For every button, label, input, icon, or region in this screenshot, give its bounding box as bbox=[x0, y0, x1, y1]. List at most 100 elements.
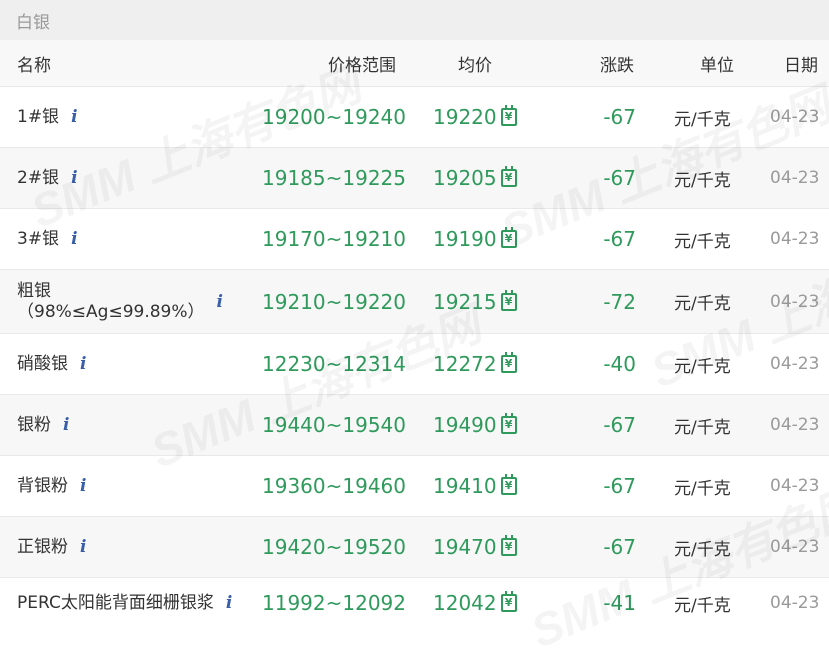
row-avg: 19215 ¥ bbox=[433, 270, 517, 333]
row-name-label: 背银粉 bbox=[17, 475, 68, 496]
info-icon[interactable]: i bbox=[226, 593, 232, 613]
row-name-label: 2#银 bbox=[17, 167, 60, 188]
row-avg-value: 19470 bbox=[433, 535, 497, 559]
column-header-change: 涨跌 bbox=[600, 55, 634, 76]
row-price-range: 19185~19225 bbox=[262, 166, 407, 190]
row-date: 04-23 bbox=[770, 476, 820, 496]
row-date: 04-23 bbox=[770, 593, 820, 613]
row-name: 银粉 i bbox=[17, 395, 249, 455]
row-name: 硝酸银 i bbox=[17, 334, 249, 394]
price-table-body: 1#银 i 19200~19240 19220 ¥ -67 元/千克 04-23 2… bbox=[0, 86, 829, 628]
info-icon[interactable]: i bbox=[71, 107, 77, 127]
row-price-range: 19360~19460 bbox=[262, 474, 407, 498]
table-row: 2#银 i 19185~19225 19205 ¥ -67 元/千克 04-23 bbox=[0, 147, 829, 208]
row-date: 04-23 bbox=[770, 168, 820, 188]
section-title: 白银 bbox=[0, 0, 829, 40]
row-change: -40 bbox=[603, 352, 636, 376]
table-row: 正银粉 i 19420~19520 19470 ¥ -67 元/千克 04-23 bbox=[0, 516, 829, 577]
price-calendar-icon[interactable]: ¥ bbox=[500, 535, 517, 556]
table-row: 背银粉 i 19360~19460 19410 ¥ -67 元/千克 04-23 bbox=[0, 455, 829, 516]
table-row: 3#银 i 19170~19210 19190 ¥ -67 元/千克 04-23 bbox=[0, 208, 829, 269]
price-calendar-icon[interactable]: ¥ bbox=[500, 289, 517, 311]
row-date: 04-23 bbox=[770, 415, 820, 435]
row-name: 2#银 i bbox=[17, 148, 249, 208]
row-price-range: 12230~12314 bbox=[262, 352, 407, 376]
row-unit: 元/千克 bbox=[674, 417, 731, 438]
row-avg: 19470 ¥ bbox=[433, 517, 517, 577]
row-unit: 元/千克 bbox=[674, 539, 731, 560]
row-avg-value: 19205 bbox=[433, 166, 497, 190]
info-icon[interactable]: i bbox=[217, 292, 223, 312]
row-price-range: 19170~19210 bbox=[262, 227, 407, 251]
row-name-label: 硝酸银 bbox=[17, 353, 68, 374]
row-date: 04-23 bbox=[770, 229, 820, 249]
table-row: 银粉 i 19440~19540 19490 ¥ -67 元/千克 04-23 bbox=[0, 394, 829, 455]
row-change: -67 bbox=[603, 413, 636, 437]
row-date: 04-23 bbox=[770, 354, 820, 374]
info-icon[interactable]: i bbox=[71, 229, 77, 249]
row-unit: 元/千克 bbox=[674, 109, 731, 130]
row-price-range: 19420~19520 bbox=[262, 535, 407, 559]
row-unit: 元/千克 bbox=[674, 595, 731, 616]
row-date: 04-23 bbox=[770, 291, 820, 312]
row-avg-value: 19190 bbox=[433, 227, 497, 251]
row-avg: 19410 ¥ bbox=[433, 456, 517, 516]
row-name-label: 1#银 bbox=[17, 106, 60, 127]
column-header-date: 日期 bbox=[784, 55, 818, 76]
row-name-label: 3#银 bbox=[17, 228, 60, 249]
row-unit: 元/千克 bbox=[674, 170, 731, 191]
price-calendar-icon[interactable]: ¥ bbox=[500, 166, 517, 187]
price-calendar-icon[interactable]: ¥ bbox=[500, 227, 517, 248]
row-price-range: 19440~19540 bbox=[262, 413, 407, 437]
row-avg-value: 19410 bbox=[433, 474, 497, 498]
table-row: 硝酸银 i 12230~12314 12272 ¥ -40 元/千克 04-23 bbox=[0, 333, 829, 394]
row-change: -72 bbox=[603, 289, 636, 314]
row-avg: 19490 ¥ bbox=[433, 395, 517, 455]
row-name-label: PERC太阳能背面细栅银浆 bbox=[17, 592, 214, 613]
price-calendar-icon[interactable]: ¥ bbox=[500, 413, 517, 434]
row-name-label: 银粉 bbox=[17, 414, 51, 435]
row-name: PERC太阳能背面细栅银浆 i bbox=[17, 578, 249, 628]
price-calendar-icon[interactable]: ¥ bbox=[500, 591, 517, 612]
row-avg-value: 19490 bbox=[433, 413, 497, 437]
row-change: -67 bbox=[603, 474, 636, 498]
row-change: -67 bbox=[603, 227, 636, 251]
row-avg: 12272 ¥ bbox=[433, 334, 517, 394]
price-calendar-icon[interactable]: ¥ bbox=[500, 105, 517, 126]
row-unit: 元/千克 bbox=[674, 294, 731, 314]
price-calendar-icon[interactable]: ¥ bbox=[500, 352, 517, 373]
row-name: 粗银 （98%≤Ag≤99.89%） i bbox=[17, 270, 249, 333]
row-avg-value: 19215 bbox=[433, 289, 497, 314]
table-row: 粗银 （98%≤Ag≤99.89%） i 19210~19220 19215 ¥ -7… bbox=[0, 269, 829, 333]
column-header-row: 名称 价格范围 均价 涨跌 单位 日期 bbox=[0, 40, 829, 86]
row-avg: 19190 ¥ bbox=[433, 209, 517, 269]
row-avg-value: 12272 bbox=[433, 352, 497, 376]
row-avg-value: 19220 bbox=[433, 105, 497, 129]
row-name: 正银粉 i bbox=[17, 517, 249, 577]
row-name: 3#银 i bbox=[17, 209, 249, 269]
column-header-range: 价格范围 bbox=[328, 55, 396, 76]
row-date: 04-23 bbox=[770, 107, 820, 127]
row-name: 背银粉 i bbox=[17, 456, 249, 516]
table-row: 1#银 i 19200~19240 19220 ¥ -67 元/千克 04-23 bbox=[0, 86, 829, 147]
info-icon[interactable]: i bbox=[63, 415, 69, 435]
info-icon[interactable]: i bbox=[71, 168, 77, 188]
row-avg: 12042 ¥ bbox=[433, 578, 517, 628]
info-icon[interactable]: i bbox=[80, 476, 86, 496]
column-header-unit: 单位 bbox=[700, 55, 734, 76]
info-icon[interactable]: i bbox=[80, 537, 86, 557]
row-name-label: 粗银 （98%≤Ag≤99.89%） bbox=[17, 280, 205, 322]
row-unit: 元/千克 bbox=[674, 231, 731, 252]
table-row: PERC太阳能背面细栅银浆 i 11992~12092 12042 ¥ -41 元/… bbox=[0, 577, 829, 628]
row-change: -67 bbox=[603, 166, 636, 190]
row-date: 04-23 bbox=[770, 537, 820, 557]
info-icon[interactable]: i bbox=[80, 354, 86, 374]
row-price-range: 19200~19240 bbox=[262, 105, 407, 129]
row-price-range: 11992~12092 bbox=[262, 591, 407, 615]
row-name-label: 正银粉 bbox=[17, 536, 68, 557]
price-calendar-icon[interactable]: ¥ bbox=[500, 474, 517, 495]
column-header-name: 名称 bbox=[17, 55, 51, 76]
row-avg-value: 12042 bbox=[433, 591, 497, 615]
row-avg: 19220 ¥ bbox=[433, 87, 517, 147]
row-change: -41 bbox=[603, 591, 636, 615]
